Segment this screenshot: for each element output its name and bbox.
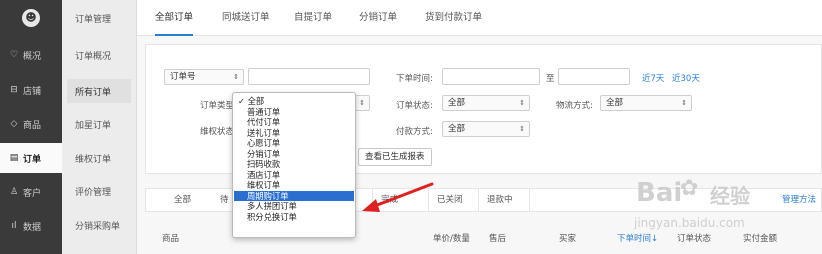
col-price-qty: 单价/数量 (433, 234, 470, 244)
order-icon: ▤ (9, 153, 19, 163)
col-buyer: 买家 (559, 234, 577, 244)
end-date-input[interactable] (558, 68, 630, 85)
dropdown-option[interactable]: 维权订单 (234, 180, 354, 190)
select-value: 全部 (448, 98, 466, 108)
dropdown-option-all[interactable]: ✓ 全部 (234, 96, 354, 106)
tab-all-orders[interactable]: 全部订单 (155, 0, 194, 36)
submenu-item-order-overview[interactable]: 订单概况 (67, 43, 131, 67)
payment-select[interactable]: 全部 ⇕ (442, 121, 530, 137)
tag-icon: ◇ (10, 119, 18, 129)
dropdown-option[interactable]: 多人拼团订单 (234, 201, 354, 211)
watermark-mid: 经验 (710, 184, 750, 208)
dropdown-option[interactable]: 代付订单 (234, 117, 354, 127)
sidebar-item-store[interactable]: ⊟ 店铺 (0, 75, 62, 105)
paw-icon: ✿ (680, 176, 699, 201)
select-value: 全部 (606, 98, 624, 108)
updown-icon: ⇕ (359, 99, 365, 107)
dropdown-option[interactable]: 积分兑换订单 (234, 212, 354, 222)
orders-submenu: 订单管理 订单概况 所有订单 加星订单 维权订单 评价管理 分销采购单 (62, 0, 137, 254)
overview-icon: ♡ (9, 50, 19, 60)
dropdown-option[interactable]: 扫码收款 (234, 159, 354, 169)
order-status-select[interactable]: 全部 ⇕ (442, 95, 530, 111)
start-date-input[interactable] (442, 68, 540, 85)
bar-chart-icon: ıl (11, 221, 17, 231)
sidebar-item-orders[interactable]: ▤ 订单 (0, 143, 62, 173)
range-separator: 至 (546, 74, 555, 84)
sidebar-item-overview[interactable]: ♡ 概况 (0, 40, 62, 70)
tab-local-delivery[interactable]: 同城送订单 (222, 0, 270, 36)
payment-label: 付款方式: (396, 127, 433, 137)
col-after-sale: 售后 (489, 234, 507, 244)
submenu-item-reviews[interactable]: 评价管理 (67, 179, 131, 203)
sidebar-item-label: 店铺 (23, 86, 42, 97)
sidebar-item-data[interactable]: ıl 数据 (0, 211, 62, 241)
sidebar-item-label: 客户 (23, 188, 42, 199)
select-value: 订单号 (170, 72, 196, 82)
view-reports-button[interactable]: 查看已生成报表 (358, 148, 432, 166)
dropdown-option[interactable]: 送礼订单 (234, 128, 354, 138)
sidebar-item-label: 数据 (23, 222, 42, 233)
tab-distribution[interactable]: 分销订单 (359, 0, 397, 36)
submenu-item-purchase[interactable]: 分销采购单 (67, 213, 131, 237)
annotation-arrow-icon (362, 182, 434, 212)
dropdown-option-highlighted[interactable]: 周期购订单 (234, 190, 354, 201)
submenu-item-order-management[interactable]: 订单管理 (67, 6, 131, 30)
tab-cash-on-delivery[interactable]: 货到付款订单 (425, 0, 482, 36)
order-no-input[interactable] (248, 68, 370, 85)
status-tab-refunding[interactable]: 退款中 (478, 189, 530, 211)
status-tab-all[interactable]: 全部 (174, 189, 191, 211)
logistics-label: 物流方式: (556, 101, 593, 111)
dropdown-option[interactable]: 心愿订单 (234, 138, 354, 148)
order-status-label: 订单状态: (396, 101, 433, 111)
store-icon: ⊟ (10, 85, 18, 95)
status-tab-pending[interactable]: 待 (220, 189, 229, 211)
last-30-days-link[interactable]: 近30天 (672, 72, 700, 84)
select-value: 全部 (448, 124, 466, 134)
sidebar-item-label: 订单 (23, 154, 42, 165)
check-icon: ✓ (238, 96, 245, 106)
tab-self-pickup[interactable]: 自提订单 (294, 0, 332, 36)
sidebar-item-label: 商品 (23, 120, 42, 131)
logistics-select[interactable]: 全部 ⇕ (600, 95, 692, 111)
updown-icon: ⇕ (519, 125, 525, 133)
dropdown-option[interactable]: 普通订单 (234, 107, 354, 117)
dropdown-option[interactable]: 酒店订单 (234, 170, 354, 180)
updown-icon: ⇕ (681, 99, 687, 107)
dropdown-option[interactable]: 分销订单 (234, 149, 354, 159)
sidebar-item-goods[interactable]: ◇ 商品 (0, 109, 62, 139)
main-sidebar: ☻ ♡ 概况 ⊟ 店铺 ◇ 商品 ▤ 订单 ♙ 客户 ıl 数据 (0, 0, 62, 254)
watermark-brand: Bai (636, 178, 683, 208)
order-type-dropdown: ✓ 全部 普通订单 代付订单 送礼订单 心愿订单 分销订单 扫码收款 酒店订单 … (232, 92, 356, 238)
option-label: 全部 (247, 96, 265, 106)
store-logo[interactable]: ☻ (22, 9, 40, 27)
user-icon: ♙ (9, 187, 19, 197)
watermark-url: jingyan.baidu.com (634, 216, 745, 230)
submenu-item-rights-orders[interactable]: 维权订单 (67, 146, 131, 170)
order-tabs: 全部订单 同城送订单 自提订单 分销订单 货到付款订单 (137, 0, 822, 36)
submenu-item-starred-orders[interactable]: 加星订单 (67, 112, 131, 136)
order-time-label: 下单时间: (396, 74, 433, 84)
submenu-item-all-orders[interactable]: 所有订单 (67, 79, 131, 103)
last-7-days-link[interactable]: 近7天 (642, 72, 664, 84)
updown-icon: ⇕ (233, 73, 239, 81)
sidebar-item-customers[interactable]: ♙ 客户 (0, 177, 62, 207)
baidu-watermark: Bai ✿ 经验 jingyan.baidu.com (630, 164, 820, 244)
col-goods: 商品 (162, 234, 180, 244)
order-no-select[interactable]: 订单号 ⇕ (164, 69, 244, 85)
updown-icon: ⇕ (519, 99, 525, 107)
sidebar-item-label: 概况 (23, 51, 42, 62)
